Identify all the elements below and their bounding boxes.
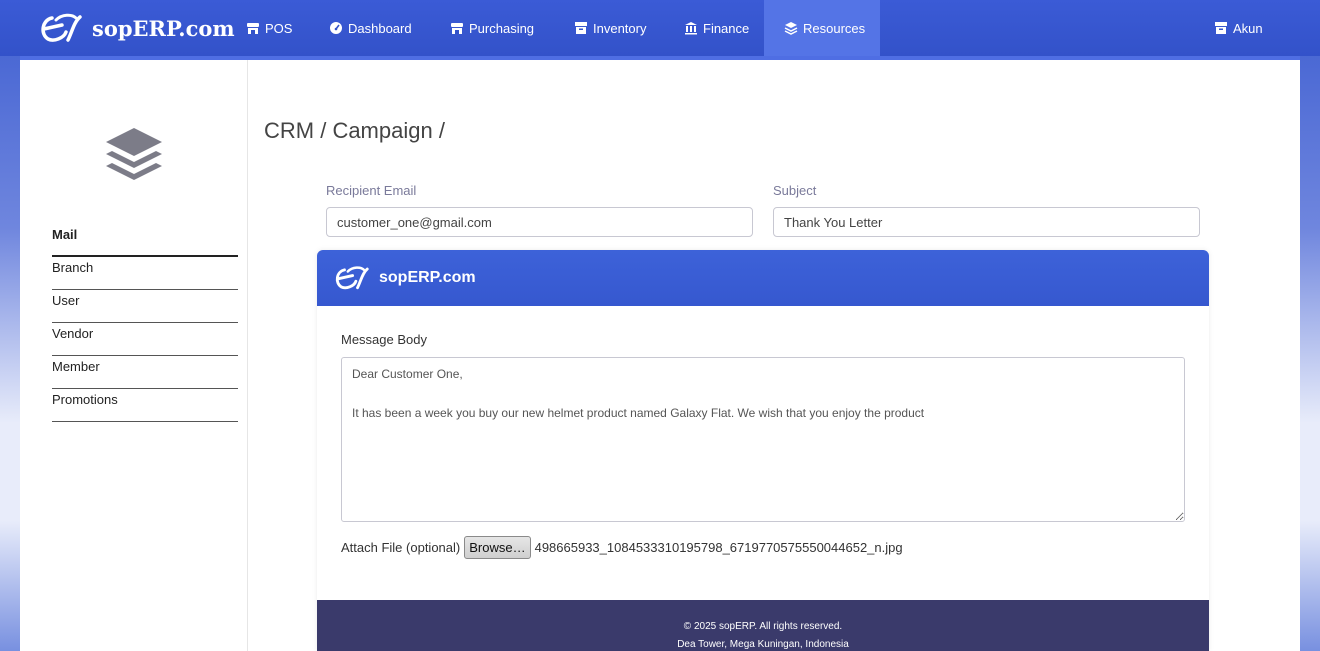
- brand-name: sopERP.com: [92, 15, 235, 41]
- mail-header: sopERP.com: [317, 250, 1209, 306]
- bank-icon: [685, 22, 697, 35]
- sidebar-item-user[interactable]: User: [52, 290, 238, 323]
- sidebar-item-mail[interactable]: Mail: [52, 224, 238, 257]
- sidebar-menu: Mail Branch User Vendor Member Promotion…: [52, 224, 238, 422]
- sidebar-item-member[interactable]: Member: [52, 356, 238, 389]
- store-icon: [451, 23, 463, 34]
- nav-account[interactable]: Akun: [1206, 0, 1276, 56]
- mail-preview-card: sopERP.com Message Body Dear Customer On…: [317, 250, 1209, 651]
- recipient-email-label: Recipient Email: [326, 183, 417, 198]
- browse-button[interactable]: Browse…: [464, 536, 531, 559]
- recipient-email-field[interactable]: [326, 207, 753, 237]
- main-panel: Mail Branch User Vendor Member Promotion…: [20, 60, 1300, 651]
- store-icon: [247, 23, 259, 34]
- message-body-field[interactable]: Dear Customer One, It has been a week yo…: [341, 357, 1185, 522]
- subject-field[interactable]: [773, 207, 1200, 237]
- box-icon: [575, 22, 587, 34]
- top-navbar: sopERP.com POS Dashboard Purchasing Inve…: [0, 0, 1320, 56]
- nav-finance[interactable]: Finance: [675, 0, 761, 56]
- attach-file-row: Attach File (optional) Browse… 498665933…: [341, 536, 903, 559]
- nav-pos[interactable]: POS: [238, 0, 300, 56]
- nav-inventory[interactable]: Inventory: [565, 0, 661, 56]
- footer-copyright: © 2025 sopERP. All rights reserved.: [683, 621, 843, 632]
- sidebar: Mail Branch User Vendor Member Promotion…: [20, 60, 248, 651]
- subject-label: Subject: [773, 183, 817, 198]
- message-body-label: Message Body: [341, 332, 427, 347]
- sidebar-item-vendor[interactable]: Vendor: [52, 323, 238, 356]
- layers-icon: [784, 22, 798, 35]
- nav-dashboard[interactable]: Dashboard: [320, 0, 420, 56]
- gauge-icon: [330, 22, 342, 34]
- layers-icon: [106, 128, 162, 180]
- brand-logo-icon: [41, 13, 82, 42]
- attach-file-label: Attach File (optional): [341, 540, 461, 555]
- mail-header-title: sopERP.com: [379, 269, 476, 286]
- attached-filename: 498665933_1084533310195798_6719770575550…: [534, 540, 903, 555]
- brand-logo[interactable]: sopERP.com: [38, 12, 235, 44]
- box-icon: [1215, 22, 1227, 34]
- nav-resources[interactable]: Resources: [764, 0, 880, 56]
- sidebar-item-promotions[interactable]: Promotions: [52, 389, 238, 422]
- mail-footer: © 2025 sopERP. All rights reserved. Dea …: [317, 600, 1209, 651]
- footer-address: Dea Tower, Mega Kuningan, Indonesia: [677, 639, 849, 650]
- breadcrumb: CRM / Campaign /: [264, 118, 445, 143]
- nav-purchasing[interactable]: Purchasing: [441, 0, 545, 56]
- sidebar-item-branch[interactable]: Branch: [52, 257, 238, 290]
- brand-logo-icon: [335, 266, 369, 290]
